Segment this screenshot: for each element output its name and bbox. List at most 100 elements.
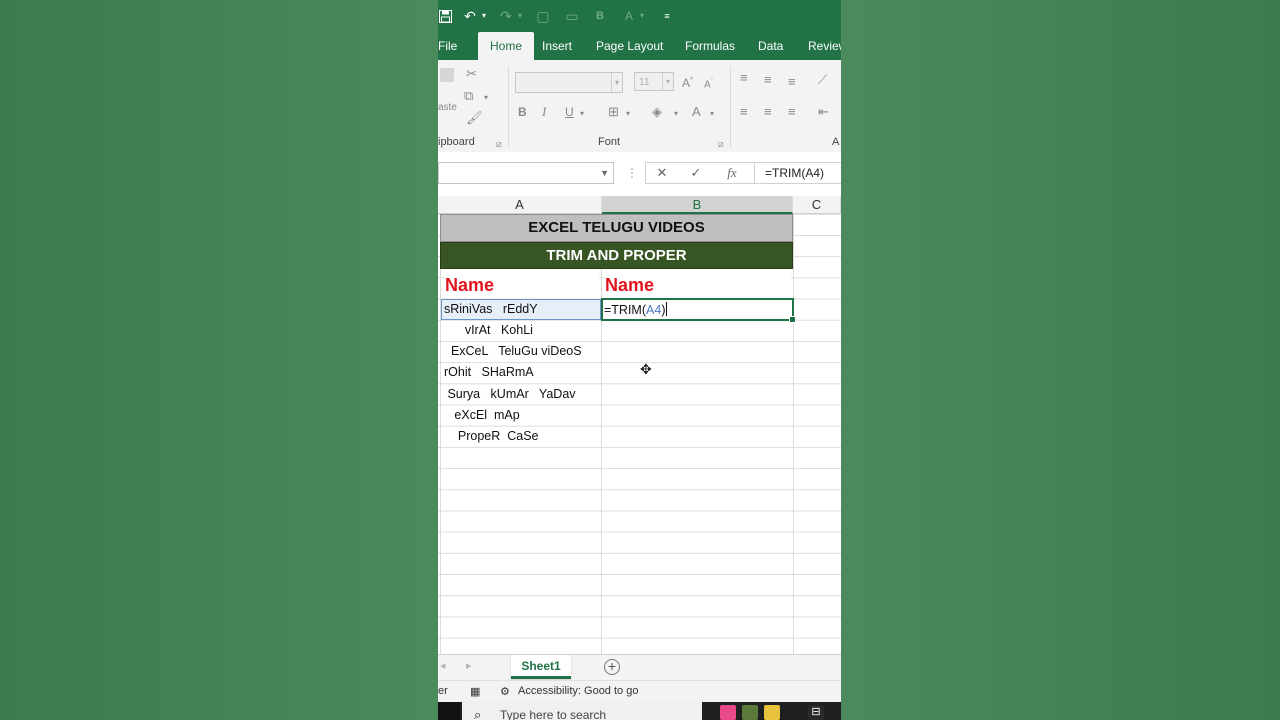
column-header-c[interactable]: C bbox=[793, 196, 841, 214]
column-header-a[interactable]: A bbox=[438, 196, 602, 214]
tab-data[interactable]: Data bbox=[752, 32, 789, 60]
align-middle-icon[interactable]: ≡ bbox=[764, 72, 772, 88]
orientation-icon[interactable]: ⟋ bbox=[818, 72, 827, 88]
start-button[interactable] bbox=[438, 702, 460, 720]
header-cell-b3[interactable]: Name bbox=[605, 272, 791, 298]
align-center-icon[interactable]: ≡ bbox=[764, 104, 772, 120]
font-size-select[interactable]: 11 ▾ bbox=[634, 72, 674, 91]
italic-button[interactable]: I bbox=[542, 104, 546, 120]
grid-line bbox=[601, 214, 602, 654]
enter-icon[interactable]: ✓ bbox=[686, 163, 706, 183]
paste-label: aste bbox=[438, 102, 457, 113]
grid-line bbox=[440, 214, 441, 654]
taskbar-search-box[interactable]: ⌕ Type here to search bbox=[462, 702, 702, 720]
accessibility-status[interactable]: Accessibility: Good to go bbox=[518, 685, 638, 697]
formula-reference: A4 bbox=[646, 303, 662, 317]
fill-color-icon[interactable]: ◈ bbox=[652, 104, 662, 120]
font-name-select[interactable]: ▾ bbox=[515, 72, 623, 93]
borders-dropdown-icon[interactable]: ▾ bbox=[626, 106, 630, 122]
cell-a10[interactable]: PropeR CaSe bbox=[444, 426, 539, 446]
sheet-subtitle-cell[interactable]: TRIM AND PROPER bbox=[440, 242, 793, 269]
fill-color-dropdown-icon[interactable]: ▾ bbox=[674, 106, 678, 122]
formula-buttons: ✕ ✓ fx bbox=[645, 162, 755, 184]
formula-bar: ▼ ⋮ ✕ ✓ fx =TRIM(A4) bbox=[438, 152, 841, 196]
tab-home[interactable]: Home bbox=[478, 32, 534, 60]
column-header-b[interactable]: B bbox=[602, 196, 793, 214]
app-icon[interactable] bbox=[720, 705, 736, 720]
decrease-indent-icon[interactable]: ⇤ bbox=[818, 104, 829, 120]
insert-function-icon[interactable]: fx bbox=[722, 163, 742, 183]
redo-icon[interactable]: ↷ bbox=[498, 6, 514, 26]
search-icon: ⌕ bbox=[474, 707, 482, 720]
tab-file[interactable]: File bbox=[438, 32, 463, 60]
sheet-tab-bar: ◂ ▸ Sheet1 + bbox=[438, 654, 841, 681]
accessibility-icon[interactable]: ⚙ bbox=[500, 685, 510, 698]
font-color-dropdown-icon[interactable]: ▾ bbox=[638, 6, 646, 26]
tab-page-layout[interactable]: Page Layout bbox=[590, 32, 669, 60]
task-view-icon[interactable]: ⊟ bbox=[808, 705, 824, 720]
cell-a8[interactable]: Surya kUmAr YaDav bbox=[444, 384, 575, 404]
tab-review[interactable]: Review bbox=[802, 32, 841, 60]
cancel-icon[interactable]: ✕ bbox=[652, 163, 672, 183]
scroll-left-icon[interactable]: ◂ bbox=[440, 659, 446, 672]
customize-toolbar-icon[interactable]: ≡ bbox=[662, 6, 672, 26]
underline-button[interactable]: U bbox=[565, 104, 574, 120]
ribbon-separator bbox=[508, 66, 509, 148]
paste-icon[interactable] bbox=[440, 68, 454, 82]
ribbon-separator bbox=[730, 66, 731, 148]
cell-a5[interactable]: vIrAt KohLi bbox=[444, 320, 533, 340]
scroll-right-icon[interactable]: ▸ bbox=[466, 659, 472, 672]
formula-input[interactable]: =TRIM(A4) bbox=[754, 162, 841, 184]
cell-a7[interactable]: rOhit SHaRmA bbox=[444, 362, 534, 382]
clipboard-launcher-icon[interactable]: ⧄ bbox=[496, 136, 502, 152]
font-color-icon[interactable]: A bbox=[692, 104, 701, 120]
align-bottom-icon[interactable]: ≡ bbox=[788, 74, 796, 90]
alignment-group-label: A bbox=[832, 136, 840, 148]
bold-button[interactable]: B bbox=[518, 104, 527, 120]
sheet-tab-sheet1[interactable]: Sheet1 bbox=[511, 655, 571, 679]
header-cell-a3[interactable]: Name bbox=[445, 272, 599, 298]
cell-a6[interactable]: ExCeL TeluGu viDeoS bbox=[444, 341, 582, 361]
font-color-dropdown-icon[interactable]: ▾ bbox=[710, 106, 714, 122]
app-icon[interactable] bbox=[764, 705, 780, 720]
sheet-title-cell[interactable]: EXCEL TELUGU VIDEOS bbox=[440, 214, 793, 242]
cell-b4-editing[interactable]: =TRIM(A4) bbox=[604, 300, 668, 320]
fill-handle[interactable] bbox=[789, 316, 796, 323]
background-right bbox=[841, 0, 1280, 720]
calculator-icon[interactable] bbox=[742, 705, 758, 720]
font-launcher-icon[interactable]: ⧄ bbox=[718, 136, 724, 152]
format-painter-icon[interactable]: 🖌 bbox=[466, 110, 483, 126]
undo-icon[interactable]: ↶ bbox=[462, 6, 478, 26]
underline-dropdown-icon[interactable]: ▾ bbox=[580, 106, 584, 122]
open-folder-icon[interactable]: ▭ bbox=[564, 6, 580, 26]
increase-font-icon[interactable]: A^ bbox=[682, 73, 693, 91]
align-left-icon[interactable]: ≡ bbox=[740, 104, 748, 120]
background-left bbox=[0, 0, 438, 720]
font-color-quick-icon[interactable]: A bbox=[622, 6, 636, 26]
macro-record-icon[interactable]: ▦ bbox=[470, 685, 480, 698]
add-sheet-button[interactable]: + bbox=[604, 659, 620, 675]
undo-dropdown-icon[interactable]: ▾ bbox=[480, 6, 488, 26]
align-top-icon[interactable]: ≡ bbox=[740, 70, 748, 86]
ribbon-home: aste ✂ ⧉ ▾ 🖌 ipboard ⧄ ▾ 11 ▾ A^ Aˇ B I U… bbox=[438, 60, 841, 153]
tab-formulas[interactable]: Formulas bbox=[679, 32, 741, 60]
borders-icon[interactable]: ⊞ bbox=[608, 104, 619, 120]
tab-insert[interactable]: Insert bbox=[536, 32, 578, 60]
cut-icon[interactable]: ✂ bbox=[466, 66, 477, 82]
copy-icon[interactable]: ⧉ bbox=[464, 88, 473, 104]
cell-a4[interactable]: sRiniVas rEddY bbox=[444, 299, 538, 319]
new-file-icon[interactable]: ▢ bbox=[536, 6, 550, 26]
taskbar: ⌕ Type here to search ⊟ bbox=[438, 702, 841, 720]
decrease-font-icon[interactable]: Aˇ bbox=[704, 74, 713, 93]
copy-dropdown-icon[interactable]: ▾ bbox=[484, 90, 488, 106]
formula-bar-splitter[interactable]: ⋮ bbox=[626, 166, 638, 180]
cell-a9[interactable]: eXcEl mAp bbox=[444, 405, 519, 425]
redo-dropdown-icon[interactable]: ▾ bbox=[516, 6, 524, 26]
bold-quick-icon[interactable]: B bbox=[594, 6, 606, 26]
grid-line bbox=[793, 214, 794, 654]
save-icon[interactable] bbox=[438, 6, 452, 26]
align-right-icon[interactable]: ≡ bbox=[788, 104, 796, 120]
name-box[interactable]: ▼ bbox=[438, 162, 614, 184]
ribbon-tabs: File Home Insert Page Layout Formulas Da… bbox=[438, 32, 841, 60]
chevron-down-icon: ▾ bbox=[662, 73, 673, 90]
